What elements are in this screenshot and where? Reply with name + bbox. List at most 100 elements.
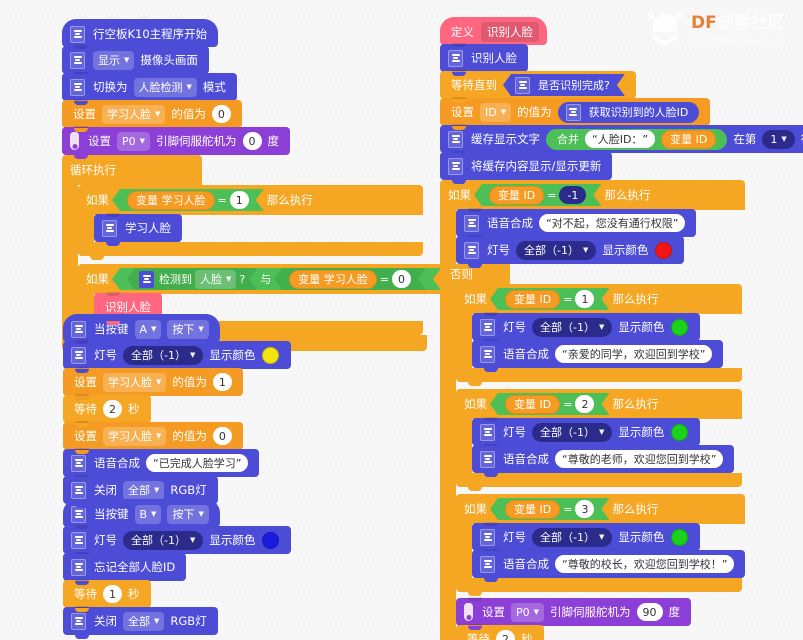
angle-input[interactable]: 90 [636, 603, 663, 621]
block-speak-welcome-student[interactable]: 语音合成 “亲爱的同学，欢迎回到学校” [472, 339, 724, 372]
variable-reporter[interactable]: 变量 ID [505, 500, 560, 519]
target-dropdown[interactable]: 人脸 ▼ [195, 270, 236, 289]
key-dropdown[interactable]: A ▼ [134, 319, 162, 339]
led-scope-dropdown[interactable]: 全部 ▼ [123, 480, 165, 500]
condition-equals[interactable]: 变量 学习人脸 = 1 [112, 189, 264, 211]
block-if-id-3[interactable]: 如果 变量 ID = 3 那么执行 灯号 全部（-1） ▼ 显示颜色 语音合成 … [456, 494, 746, 596]
compare-value-input[interactable]: 1 [230, 191, 249, 209]
reporter-join[interactable]: 合并 “人脸ID：” 变量 ID [546, 128, 728, 150]
blocks-workspace[interactable]: DF创客社区 mc.DFRobot.com.cn 行空板K10主程序开始 显示 ▼… [0, 0, 803, 640]
variable-dropdown[interactable]: 学习人脸 ▼ [103, 372, 167, 392]
value-input[interactable]: 0 [211, 105, 231, 123]
block-speak-welcome-principal[interactable]: 语音合成 “尊敬的校长，欢迎您回到学校！” [472, 549, 746, 582]
condition-recognition-complete[interactable]: 是否识别完成? [503, 74, 625, 96]
reporter-get-face-id[interactable]: 获取识别到的人脸ID [557, 101, 700, 123]
key-dropdown[interactable]: B ▼ [134, 504, 162, 524]
block-set-servo-90[interactable]: 设置 P0 ▼ 引脚伺服舵机为 90 度 [456, 597, 692, 630]
pin-dropdown[interactable]: P0 ▼ [511, 602, 545, 622]
color-swatch[interactable] [671, 423, 689, 441]
condition-detect-face[interactable]: 检测到 人脸 ▼ ? [127, 268, 257, 290]
wait-seconds-input[interactable]: 2 [103, 400, 122, 418]
variable-reporter[interactable]: 变量 学习人脸 [127, 191, 215, 210]
speech-text-input[interactable]: “亲爱的同学，欢迎回到学校” [555, 345, 713, 363]
condition-equals[interactable]: 变量 ID = 2 [490, 393, 609, 415]
condition-and[interactable]: 检测到 人脸 ▼ ? 与 变量 学习人脸 = 0 [112, 268, 441, 290]
color-swatch[interactable] [671, 318, 689, 336]
procedure-name[interactable]: 识别人脸 [481, 22, 539, 42]
block-set-servo-0[interactable]: 设置 P0 ▼ 引脚伺服舵机为 0 度 [62, 126, 291, 159]
row-dropdown[interactable]: 1 ▼ [762, 129, 795, 149]
define-recognize-face-script[interactable]: 定义 识别人脸 识别人脸 等待直到 是否识别完成? 设置 ID ▼ 的值为 获取识… [440, 17, 803, 640]
block-rgb-show-color-red[interactable]: 灯号 全部（-1） ▼ 显示颜色 [456, 235, 685, 268]
block-set-id-to-face-id[interactable]: 设置 ID ▼ 的值为 获取识别到的人脸ID [440, 97, 711, 130]
block-cache-display-text[interactable]: 缓存显示文字 合并 “人脸ID：” 变量 ID 在第 1▼ 行 颜色 [440, 124, 803, 157]
block-speak-learn-done[interactable]: 语音合成 “已完成人脸学习” [63, 448, 260, 481]
block-wait-until-recognition-complete[interactable]: 等待直到 是否识别完成? [440, 70, 636, 103]
key-b-script[interactable]: 当按键 B ▼ 按下 ▼ 灯号 全部（-1） ▼ 显示颜色 忘记全部人脸ID 等待 1… [63, 499, 292, 639]
compare-value-input[interactable]: 3 [575, 500, 594, 518]
variable-dropdown[interactable]: 学习人脸 ▼ [103, 426, 167, 446]
led-index-dropdown[interactable]: 全部（-1） ▼ [532, 422, 613, 442]
pin-dropdown[interactable]: P0 ▼ [117, 131, 151, 151]
led-index-dropdown[interactable]: 全部（-1） ▼ [532, 527, 613, 547]
block-switch-mode[interactable]: 切换为 人脸检测 ▼ 模式 [62, 72, 237, 105]
block-rgb-show-color-green[interactable]: 灯号 全部（-1） ▼ 显示颜色 [472, 417, 701, 450]
block-when-key-a-pressed[interactable]: 当按键 A ▼ 按下 ▼ [63, 314, 220, 342]
block-main-program-start[interactable]: 行空板K10主程序开始 [62, 19, 219, 47]
compare-value-input[interactable]: 0 [392, 270, 411, 288]
block-recognize-face[interactable]: 识别人脸 [440, 43, 528, 76]
value-input[interactable]: 0 [212, 427, 232, 445]
value-input[interactable]: 1 [212, 373, 232, 391]
block-if-id-1[interactable]: 如果 变量 ID = 1 那么执行 灯号 全部（-1） ▼ 显示颜色 语音合成 … [456, 284, 742, 386]
condition-equals[interactable]: 变量 ID = 1 [490, 288, 609, 310]
block-set-learn-face-1[interactable]: 设置 学习人脸 ▼ 的值为 1 [63, 367, 243, 400]
block-speak-welcome-teacher[interactable]: 语音合成 “尊敬的老师，欢迎您回到学校” [472, 444, 735, 477]
key-action-dropdown[interactable]: 按下 ▼ [167, 504, 209, 524]
detect-mode-dropdown[interactable]: 人脸检测 ▼ [133, 77, 197, 97]
block-set-learn-face-0[interactable]: 设置 学习人脸 ▼ 的值为 0 [62, 99, 242, 132]
variable-dropdown[interactable]: 学习人脸 ▼ [102, 104, 166, 124]
block-rgb-show-color-blue[interactable]: 灯号 全部（-1） ▼ 显示颜色 [63, 525, 292, 558]
color-swatch[interactable] [671, 528, 689, 546]
color-swatch[interactable] [655, 241, 673, 259]
led-index-dropdown[interactable]: 全部（-1） ▼ [532, 317, 613, 337]
block-if-id-2[interactable]: 如果 变量 ID = 2 那么执行 灯号 全部（-1） ▼ 显示颜色 语音合成 … [456, 389, 742, 491]
block-speak-no-permission[interactable]: 语音合成 “对不起，您没有通行权限” [456, 208, 697, 241]
variable-reporter[interactable]: 变量 ID [505, 395, 560, 414]
key-action-dropdown[interactable]: 按下 ▼ [167, 319, 209, 339]
block-learn-face[interactable]: 学习人脸 [94, 213, 182, 246]
block-if-else-id[interactable]: 如果 变量 ID = -1 那么执行 语音合成 “对不起，您没有通行权限” 灯号… [440, 180, 746, 640]
block-rgb-show-color-green[interactable]: 灯号 全部（-1） ▼ 显示颜色 [472, 522, 701, 555]
speech-text-input[interactable]: “已完成人脸学习” [146, 454, 249, 472]
speech-text-input[interactable]: “尊敬的老师，欢迎您回到学校” [555, 450, 724, 468]
display-mode-dropdown[interactable]: 显示 ▼ [93, 50, 135, 70]
color-swatch[interactable] [262, 346, 280, 364]
led-index-dropdown[interactable]: 全部（-1） ▼ [123, 530, 204, 550]
wait-seconds-input[interactable]: 2 [496, 630, 515, 640]
variable-reporter[interactable]: 变量 ID [489, 186, 544, 205]
condition-equals[interactable]: 变量 ID = 3 [490, 498, 609, 520]
compare-value-input[interactable]: 2 [575, 395, 594, 413]
block-define-recognize-face[interactable]: 定义 识别人脸 [440, 17, 547, 45]
compare-value-input[interactable]: 1 [575, 290, 594, 308]
condition-equals[interactable]: 变量 学习人脸 = 0 [274, 268, 426, 290]
led-index-dropdown[interactable]: 全部（-1） ▼ [123, 345, 204, 365]
key-a-script[interactable]: 当按键 A ▼ 按下 ▼ 灯号 全部（-1） ▼ 显示颜色 设置 学习人脸 ▼ 的值为 … [63, 314, 292, 508]
angle-input[interactable]: 0 [242, 132, 262, 150]
block-update-display[interactable]: 将缓存内容显示/显示更新 [440, 151, 613, 184]
variable-reporter[interactable]: 变量 ID [661, 129, 717, 149]
wait-seconds-input[interactable]: 1 [103, 585, 122, 603]
variable-dropdown[interactable]: ID ▼ [480, 102, 512, 122]
block-rgb-show-color-yellow[interactable]: 灯号 全部（-1） ▼ 显示颜色 [63, 340, 292, 373]
variable-reporter[interactable]: 变量 学习人脸 [289, 270, 377, 289]
block-if-learn-face-equals-1[interactable]: 如果 变量 学习人脸 = 1 那么执行 学习人脸 [78, 185, 423, 260]
block-rgb-show-color-green[interactable]: 灯号 全部（-1） ▼ 显示颜色 [472, 312, 701, 345]
color-swatch[interactable] [262, 531, 280, 549]
speech-text-input[interactable]: “尊敬的校长，欢迎您回到学校！” [555, 555, 735, 573]
variable-reporter[interactable]: 变量 ID [505, 290, 560, 309]
compare-value-input[interactable]: -1 [559, 186, 586, 204]
main-program-script[interactable]: 行空板K10主程序开始 显示 ▼ 摄像头画面 切换为 人脸检测 ▼ 模式 设置 学习… [62, 19, 500, 355]
block-set-learn-face-0[interactable]: 设置 学习人脸 ▼ 的值为 0 [63, 421, 243, 454]
speech-text-input[interactable]: “对不起，您没有通行权限” [539, 214, 686, 232]
block-display-camera[interactable]: 显示 ▼ 摄像头画面 [62, 45, 209, 78]
